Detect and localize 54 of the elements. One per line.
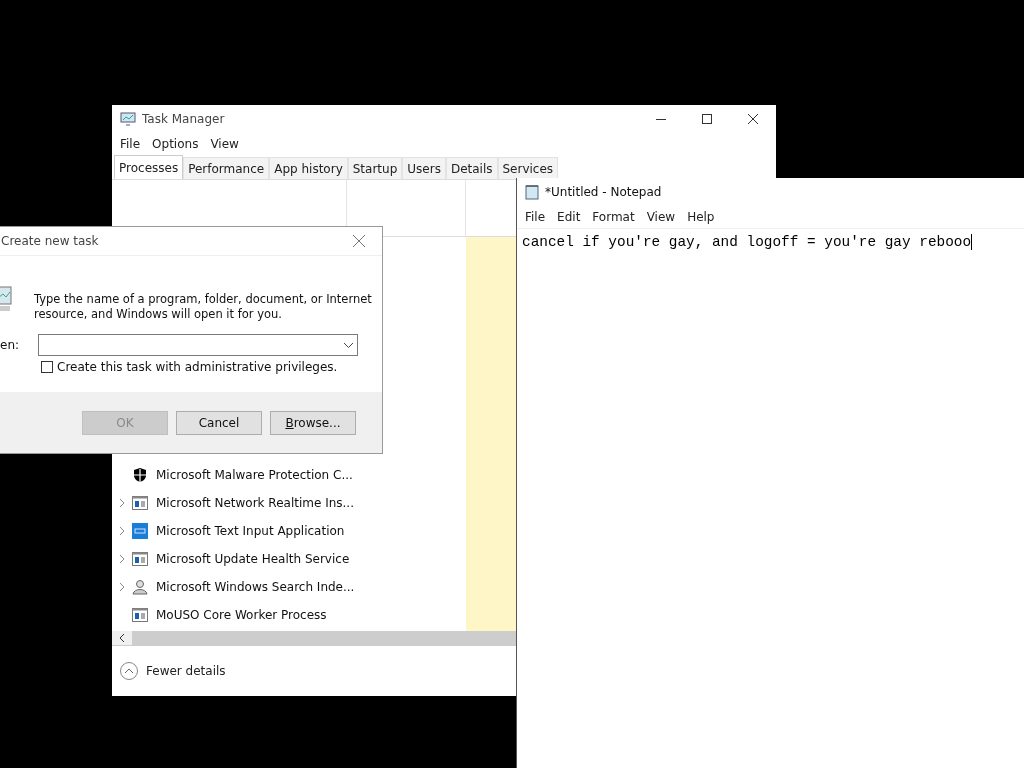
tab[interactable]: Performance bbox=[183, 157, 270, 179]
menu-item[interactable]: View bbox=[640, 210, 682, 224]
dialog-button[interactable]: Cancel bbox=[176, 410, 262, 435]
close-icon bbox=[353, 235, 365, 247]
menu-item[interactable]: Options bbox=[146, 137, 205, 151]
tab[interactable]: Users bbox=[402, 157, 446, 179]
window-title: *Untitled - Notepad bbox=[545, 185, 662, 199]
scroll-left-icon[interactable] bbox=[119, 634, 125, 642]
typed-text: cancel if you're gay, and logoff = you're gay rebooo bbox=[522, 234, 973, 250]
tab[interactable]: Startup bbox=[347, 157, 403, 179]
menu-item[interactable]: Format bbox=[586, 210, 641, 224]
dialog-title: Create new task bbox=[1, 234, 99, 248]
window-icon bbox=[132, 552, 148, 566]
tab[interactable]: Details bbox=[445, 157, 498, 179]
menu-item[interactable]: Edit bbox=[551, 210, 587, 224]
open-combo-field[interactable] bbox=[38, 334, 359, 356]
menu-item[interactable]: Help bbox=[681, 210, 721, 224]
open-label: en: bbox=[0, 338, 20, 352]
menu-item[interactable]: View bbox=[204, 137, 245, 151]
horizontal-scrollbar[interactable] bbox=[112, 631, 516, 645]
admin-checkbox[interactable]: Create this task with administrative privileges. bbox=[41, 360, 382, 374]
collapse-icon bbox=[120, 662, 138, 680]
tab[interactable]: Services bbox=[497, 157, 559, 179]
monitor-icon bbox=[0, 286, 12, 312]
keyboard-icon bbox=[132, 523, 148, 539]
window-icon bbox=[132, 496, 148, 510]
text-editor-area[interactable]: cancel if you're gay, and logoff = you're gay rebooo bbox=[517, 228, 1024, 768]
tab[interactable]: App history bbox=[269, 157, 348, 179]
window-icon bbox=[132, 608, 148, 622]
menu-item[interactable]: File bbox=[114, 137, 147, 151]
chevron-icon[interactable] bbox=[118, 554, 126, 564]
window-title: Task Manager bbox=[142, 112, 225, 126]
process-name: Microsoft Update Health Service bbox=[156, 552, 350, 566]
chevron-icon[interactable] bbox=[118, 526, 126, 536]
fewer-details-button[interactable]: Fewer details bbox=[120, 662, 226, 680]
close-icon bbox=[748, 114, 758, 124]
process-name: MoUSO Core Worker Process bbox=[156, 608, 327, 622]
chevron-icon[interactable] bbox=[118, 498, 126, 508]
process-name: Microsoft Text Input Application bbox=[156, 524, 345, 538]
shield-icon bbox=[132, 467, 148, 483]
tab[interactable]: Processes bbox=[114, 155, 184, 179]
process-name: Microsoft Malware Protection C... bbox=[156, 468, 353, 482]
maximize-icon bbox=[702, 114, 712, 124]
menu-item[interactable]: File bbox=[519, 210, 552, 224]
dialog-button[interactable]: Browse... bbox=[270, 410, 356, 435]
chevron-icon[interactable] bbox=[118, 582, 126, 592]
minimize-icon bbox=[656, 118, 666, 120]
monitor-icon bbox=[120, 112, 136, 126]
notepad-icon bbox=[525, 184, 539, 200]
user-search-icon bbox=[132, 579, 148, 595]
process-name: Microsoft Network Realtime Ins... bbox=[156, 496, 354, 510]
dropdown-caret-icon[interactable] bbox=[344, 342, 354, 348]
dialog-description: Type the name of a program, folder, document, or Internet resource, and Windows will open it for you. bbox=[34, 292, 373, 322]
process-name: Microsoft Windows Search Inde... bbox=[156, 580, 355, 594]
